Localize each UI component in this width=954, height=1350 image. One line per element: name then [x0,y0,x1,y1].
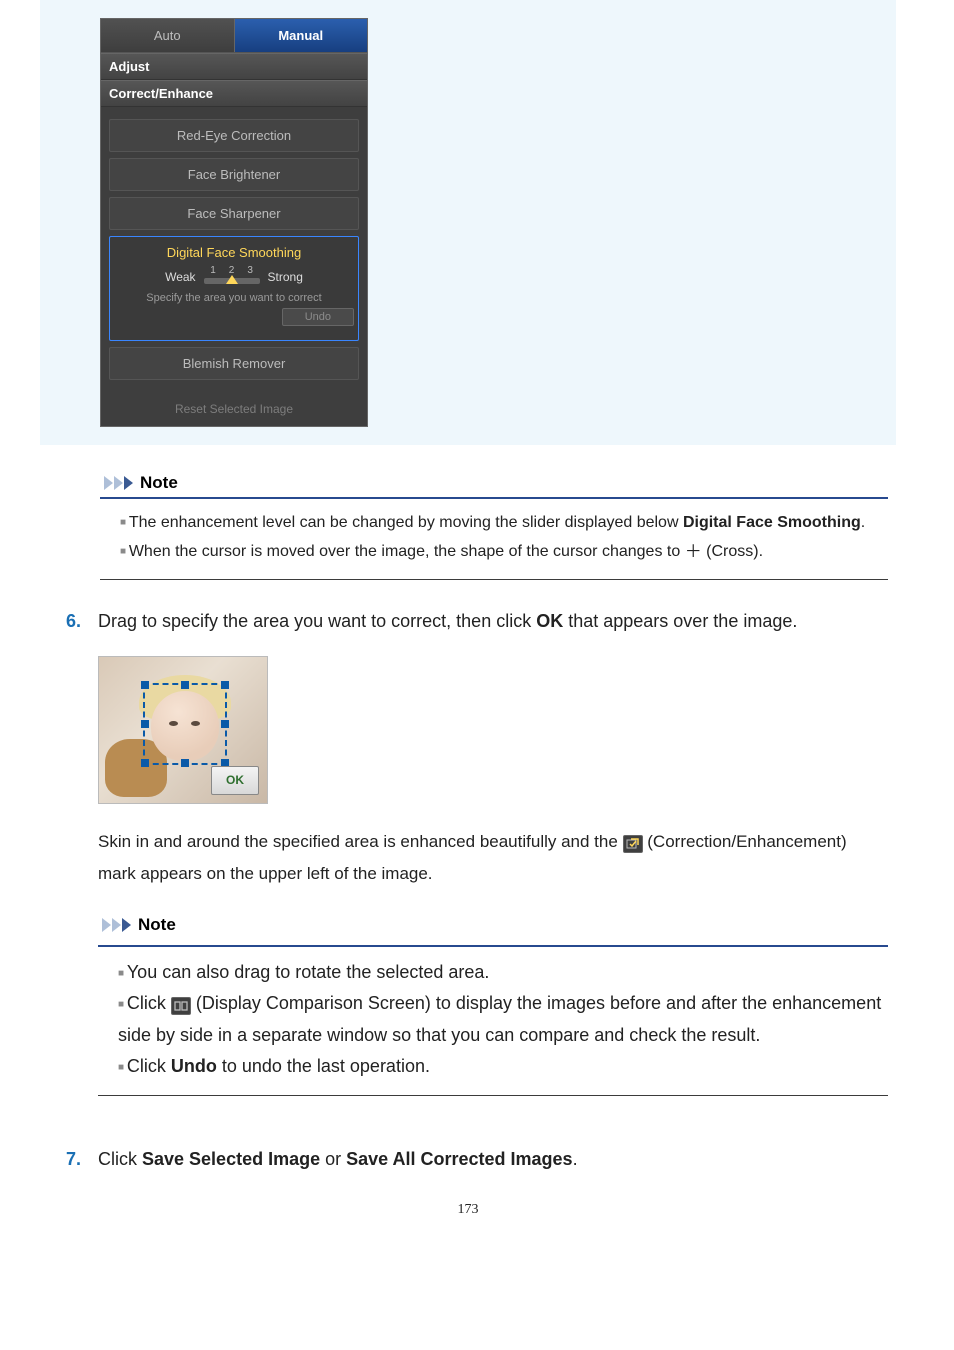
correct-enhance-header: Correct/Enhance [101,80,367,107]
screenshot-band: Auto Manual Adjust Correct/Enhance Red-E… [40,0,896,445]
specify-text: Specify the area you want to correct [110,292,358,304]
option-blemish-remover[interactable]: Blemish Remover [109,347,359,380]
sample-image: OK [98,656,268,804]
step6-instruction: Drag to specify the area you want to cor… [98,604,888,638]
adjust-header: Adjust [101,53,367,80]
step6-result-text: Skin in and around the specified area is… [98,826,888,891]
reset-selected-image[interactable]: Reset Selected Image [101,396,367,426]
page-number: 173 [40,1202,896,1218]
slider-track[interactable] [204,278,260,284]
correct-enhance-panel: Auto Manual Adjust Correct/Enhance Red-E… [100,18,368,427]
note-title: Note [138,909,176,941]
selection-box[interactable] [143,683,227,765]
note-block-1: Note The enhancement level can be change… [100,473,888,580]
smoothing-slider[interactable]: Weak 123 Strong [110,266,358,284]
note-title: Note [140,473,178,493]
note2-item1: You can also drag to rotate the selected… [118,957,882,989]
option-red-eye[interactable]: Red-Eye Correction [109,119,359,152]
note-icon [104,474,134,492]
note2-item3: Click Undo to undo the last operation. [118,1051,882,1083]
cross-icon: ＋ [685,542,702,561]
option-face-sharpener[interactable]: Face Sharpener [109,197,359,230]
step-number: 6. [66,604,88,1120]
option-face-brightener[interactable]: Face Brightener [109,158,359,191]
note2-item2: Click (Display Comparison Screen) to dis… [118,988,882,1051]
slider-strong-label: Strong [268,270,303,284]
correction-mark-icon [623,835,643,853]
step7-instruction: Click Save Selected Image or Save All Co… [98,1142,888,1176]
note1-item1: The enhancement level can be changed by … [120,509,882,537]
note-block-2: Note You can also drag to rotate the sel… [98,909,888,1096]
note1-item2: When the cursor is moved over the image,… [120,537,882,567]
tab-manual[interactable]: Manual [235,19,368,52]
option-label: Digital Face Smoothing [110,245,358,260]
undo-button[interactable]: Undo [282,308,354,326]
tab-auto[interactable]: Auto [101,19,235,52]
step-number: 7. [66,1142,88,1176]
ok-button[interactable]: OK [211,766,259,795]
slider-weak-label: Weak [165,270,195,284]
step-7: 7. Click Save Selected Image or Save All… [66,1142,888,1176]
option-digital-face-smoothing[interactable]: Digital Face Smoothing Weak 123 Strong [109,236,359,341]
compare-icon [171,997,191,1015]
step-6: 6. Drag to specify the area you want to … [66,604,888,1120]
slider-thumb[interactable] [226,275,238,284]
note-icon [102,916,132,934]
